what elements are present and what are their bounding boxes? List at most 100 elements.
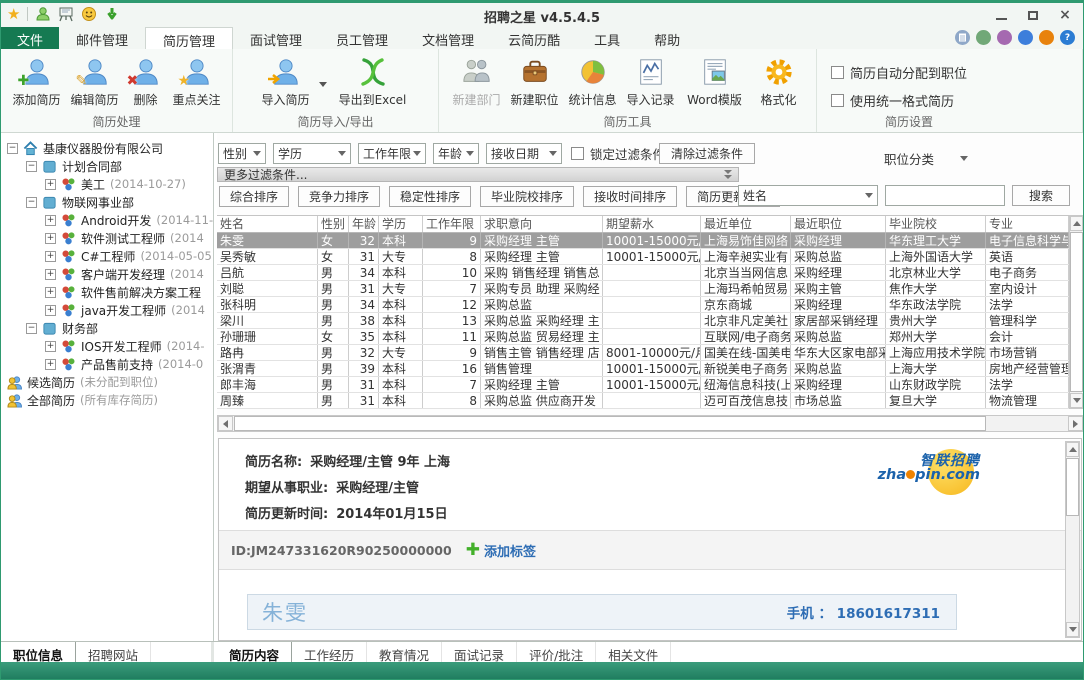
- expand-icon[interactable]: +: [45, 269, 56, 280]
- collapse-icon[interactable]: −: [26, 197, 37, 208]
- delete-resume-button[interactable]: ✖ 删除: [124, 53, 168, 109]
- menu-tab-邮件管理[interactable]: 邮件管理: [59, 27, 145, 49]
- export-excel-button[interactable]: 导出到Excel: [331, 53, 415, 109]
- scroll-thumb[interactable]: [1066, 458, 1079, 516]
- word-template-button[interactable]: Word模版: [680, 53, 750, 109]
- tab-职位信息[interactable]: 职位信息: [1, 642, 76, 662]
- table-row-刘聪[interactable]: 刘聪男31大专7采购专员 助理 采购经上海玛希帕贸易采购主管焦作大学室内设计: [217, 281, 1069, 297]
- filter-dropdown-学历[interactable]: 学历: [273, 143, 351, 164]
- table-row-郎丰海[interactable]: 郎丰海男31本科7采购经理 主管10001-15000元/月纽海信息科技(上采购…: [217, 377, 1069, 393]
- edit-resume-button[interactable]: ✎ 编辑简历: [66, 53, 124, 109]
- tree-item-财务部[interactable]: −财务部: [1, 319, 213, 337]
- minimize-button[interactable]: [987, 5, 1015, 25]
- menu-tab-面试管理[interactable]: 面试管理: [233, 27, 319, 49]
- unified-format-checkbox[interactable]: 使用统一格式简历: [831, 91, 967, 110]
- focus-resume-button[interactable]: ★ 重点关注: [168, 53, 226, 109]
- import-dropdown-caret[interactable]: [319, 82, 327, 87]
- scroll-right-button[interactable]: [1068, 416, 1083, 431]
- tab-教育情况[interactable]: 教育情况: [367, 642, 442, 662]
- tree-item-C#工程师[interactable]: +C#工程师(2014-05-05: [1, 247, 213, 265]
- menu-tab-简历管理[interactable]: 简历管理: [145, 27, 233, 49]
- tree-item-软件售前解决方案工程[interactable]: +软件售前解决方案工程: [1, 283, 213, 301]
- more-filters-bar[interactable]: 更多过滤条件...: [217, 167, 739, 182]
- filter-dropdown-接收日期[interactable]: 接收日期: [486, 143, 562, 164]
- expand-icon[interactable]: +: [45, 341, 56, 352]
- tree-item-产品售前支持[interactable]: +产品售前支持(2014-0: [1, 355, 213, 373]
- menu-tab-文档管理[interactable]: 文档管理: [405, 27, 491, 49]
- theme-green-icon[interactable]: [976, 30, 991, 45]
- column-header-姓名[interactable]: 姓名: [217, 216, 318, 232]
- expand-icon[interactable]: +: [45, 359, 56, 370]
- menu-tab-云简历酷[interactable]: 云简历酷: [491, 27, 577, 49]
- tree-item-IOS开发工程师[interactable]: +IOS开发工程师(2014-: [1, 337, 213, 355]
- table-row-张科明[interactable]: 张科明男34本科12采购总监京东商城采购经理华东政法学院法学: [217, 297, 1069, 313]
- statistics-button[interactable]: 统计信息: [564, 53, 622, 109]
- column-header-毕业院校[interactable]: 毕业院校: [886, 216, 986, 232]
- expand-icon[interactable]: +: [45, 305, 56, 316]
- filter-dropdown-年龄[interactable]: 年龄: [433, 143, 479, 164]
- tree-item-基康仪器股份有限公司[interactable]: −基康仪器股份有限公司: [1, 139, 213, 157]
- expand-icon[interactable]: +: [45, 287, 56, 298]
- collapse-icon[interactable]: −: [26, 161, 37, 172]
- scroll-thumb[interactable]: [234, 416, 986, 431]
- tree-item-计划合同部[interactable]: −计划合同部: [1, 157, 213, 175]
- search-input[interactable]: [885, 185, 1005, 206]
- tab-相关文件[interactable]: 相关文件: [596, 642, 671, 662]
- import-resume-button[interactable]: 导入简历: [257, 53, 315, 109]
- position-category-dropdown[interactable]: 职位分类: [884, 149, 968, 168]
- column-header-求职意向[interactable]: 求职意向: [481, 216, 603, 232]
- calculator-icon[interactable]: [955, 30, 970, 45]
- collapse-icon[interactable]: −: [7, 143, 18, 154]
- column-header-学历[interactable]: 学历: [379, 216, 423, 232]
- collapse-icon[interactable]: −: [26, 323, 37, 334]
- scroll-thumb[interactable]: [1070, 232, 1083, 392]
- search-button[interactable]: 搜索: [1012, 185, 1070, 206]
- menu-tab-帮助[interactable]: 帮助: [637, 27, 697, 49]
- sort-button-稳定性排序[interactable]: 稳定性排序: [389, 186, 471, 207]
- table-row-周臻[interactable]: 周臻男31本科8采购总监 供应商开发迈可百茂信息技市场总监复旦大学物流管理: [217, 393, 1069, 409]
- tree-item-客户端开发经理[interactable]: +客户端开发经理(2014: [1, 265, 213, 283]
- tree-item-Android开发[interactable]: +Android开发(2014-11-: [1, 211, 213, 229]
- scroll-down-button[interactable]: [1066, 622, 1079, 637]
- lock-filter-checkbox[interactable]: 锁定过滤条件: [571, 144, 665, 163]
- sort-button-接收时间排序[interactable]: 接收时间排序: [583, 186, 677, 207]
- menu-file[interactable]: 文件: [1, 27, 59, 49]
- column-header-工作年限[interactable]: 工作年限: [423, 216, 481, 232]
- import-log-button[interactable]: 导入记录: [622, 53, 680, 109]
- close-button[interactable]: ×: [1051, 5, 1079, 25]
- table-row-张渭青[interactable]: 张渭青男39本科16销售管理10001-15000元/月新锐美电子商务采购总监上…: [217, 361, 1069, 377]
- tab-简历内容[interactable]: 简历内容: [217, 642, 292, 662]
- tree-item-软件测试工程师[interactable]: +软件测试工程师(2014: [1, 229, 213, 247]
- expand-icon[interactable]: +: [45, 179, 56, 190]
- tree-item-候选简历[interactable]: 候选简历(未分配到职位): [1, 373, 213, 391]
- tree-item-物联网事业部[interactable]: −物联网事业部: [1, 193, 213, 211]
- filter-dropdown-工作年限[interactable]: 工作年限: [358, 143, 426, 164]
- menu-tab-工具[interactable]: 工具: [577, 27, 637, 49]
- format-button[interactable]: 格式化: [750, 53, 808, 109]
- table-row-朱雯[interactable]: 朱雯女32本科9采购经理 主管10001-15000元/月上海易饰佳网络采购经理…: [217, 233, 1069, 249]
- sort-button-综合排序[interactable]: 综合排序: [219, 186, 289, 207]
- scroll-down-button[interactable]: [1070, 393, 1083, 408]
- tab-招聘网站[interactable]: 招聘网站: [76, 642, 151, 662]
- scroll-up-button[interactable]: [1066, 442, 1079, 457]
- column-header-最近职位[interactable]: 最近职位: [791, 216, 886, 232]
- expand-icon[interactable]: +: [45, 215, 56, 226]
- help-icon[interactable]: ?: [1060, 30, 1075, 45]
- detail-vertical-scrollbar[interactable]: [1065, 441, 1080, 638]
- tab-面试记录[interactable]: 面试记录: [442, 642, 517, 662]
- tree-item-美工[interactable]: +美工(2014-10-27): [1, 175, 213, 193]
- column-header-年龄[interactable]: 年龄: [349, 216, 379, 232]
- new-position-button[interactable]: 新建职位: [506, 53, 564, 109]
- table-row-路冉[interactable]: 路冉男32大专9销售主管 销售经理 店8001-10000元/月国美在线-国美电…: [217, 345, 1069, 361]
- theme-blue-icon[interactable]: [1018, 30, 1033, 45]
- table-horizontal-scrollbar[interactable]: [217, 415, 1084, 432]
- theme-purple-icon[interactable]: [997, 30, 1012, 45]
- table-row-吴秀敏[interactable]: 吴秀敏女31大专8采购经理 主管10001-15000元/月上海辛昶实业有采购总…: [217, 249, 1069, 265]
- tree-item-全部简历[interactable]: 全部简历(所有库存简历): [1, 391, 213, 409]
- clear-filter-button[interactable]: 清除过滤条件: [659, 143, 755, 164]
- menu-tab-员工管理[interactable]: 员工管理: [319, 27, 405, 49]
- auto-assign-checkbox[interactable]: 简历自动分配到职位: [831, 63, 967, 82]
- theme-orange-icon[interactable]: [1039, 30, 1054, 45]
- add-tag-button[interactable]: ✚添加标签: [466, 541, 536, 560]
- search-field-dropdown[interactable]: 姓名: [738, 185, 878, 206]
